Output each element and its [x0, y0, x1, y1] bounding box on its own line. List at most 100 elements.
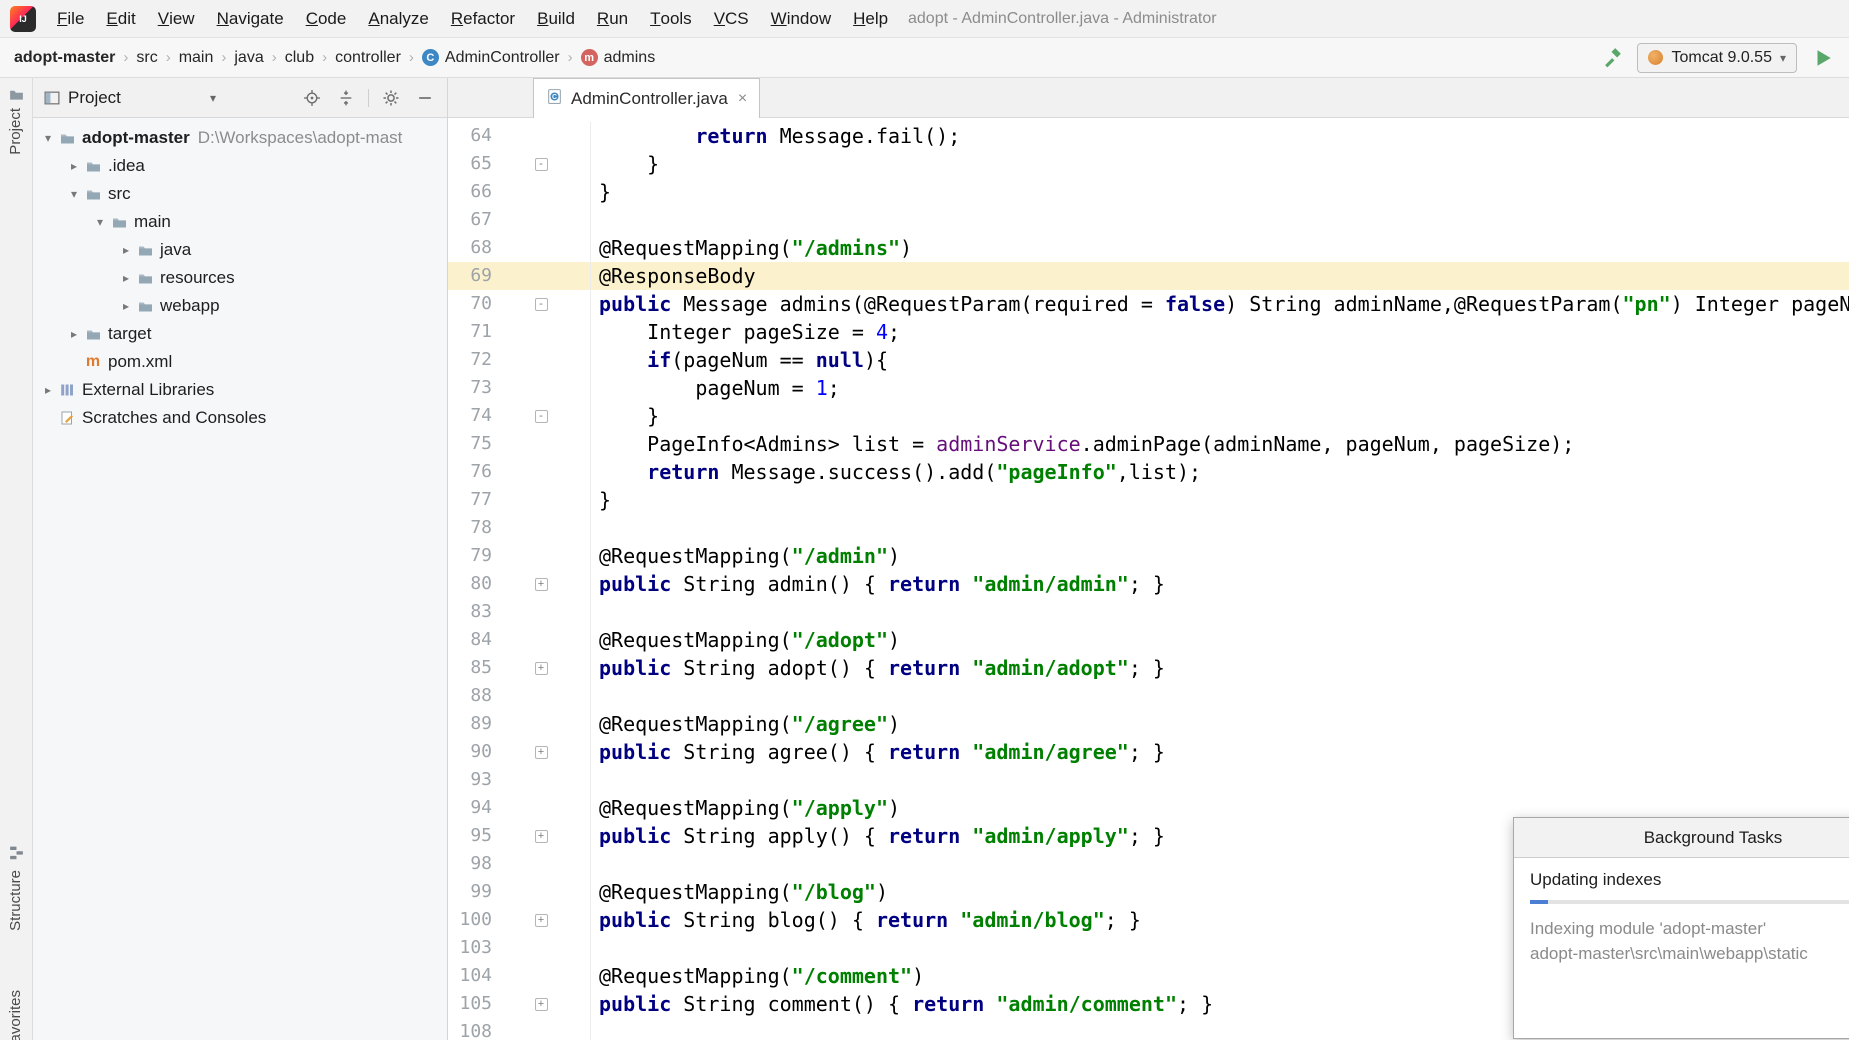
code-line[interactable]: 90 + public String agree() { return "admin… — [448, 738, 1849, 766]
tool-stripe-project[interactable]: Project — [7, 108, 24, 155]
run-button[interactable] — [1811, 46, 1835, 70]
menu-item-file[interactable]: File — [46, 0, 95, 37]
fold-toggle-icon[interactable]: - — [534, 297, 548, 311]
tree-item-external-libraries[interactable]: ▸ External Libraries — [33, 376, 447, 404]
tree-item-adopt-master[interactable]: ▾ adopt-master D:\Workspaces\adopt-mast — [33, 124, 447, 152]
code-text[interactable] — [590, 934, 599, 962]
code-line[interactable]: 66} — [448, 178, 1849, 206]
code-text[interactable]: return Message.fail(); — [590, 122, 960, 150]
tool-stripe-structure[interactable]: Structure — [7, 870, 24, 931]
code-text[interactable]: return Message.success().add("pageInfo",… — [590, 458, 1201, 486]
tree-chevron-icon[interactable]: ▾ — [65, 187, 83, 201]
code-line[interactable]: 93 — [448, 766, 1849, 794]
fold-toggle-icon[interactable]: + — [534, 997, 548, 1011]
code-text[interactable]: PageInfo<Admins> list = adminService.adm… — [590, 430, 1574, 458]
fold-toggle-icon[interactable]: + — [534, 829, 548, 843]
code-line[interactable]: 67 — [448, 206, 1849, 234]
code-text[interactable] — [590, 850, 599, 878]
menu-item-window[interactable]: Window — [760, 0, 842, 37]
code-text[interactable]: @ResponseBody — [590, 262, 756, 290]
code-line[interactable]: 83 — [448, 598, 1849, 626]
code-line[interactable]: 74 - } — [448, 402, 1849, 430]
fold-toggle-icon[interactable]: + — [534, 913, 548, 927]
structure-tool-icon[interactable] — [8, 844, 25, 861]
code-text[interactable]: @RequestMapping("/adopt") — [590, 626, 900, 654]
code-text[interactable]: } — [590, 402, 659, 430]
tree-chevron-icon[interactable]: ▸ — [65, 159, 83, 173]
code-text[interactable]: public String apply() { return "admin/ap… — [590, 822, 1165, 850]
breadcrumb-item-admincontroller[interactable]: C AdminController — [421, 49, 560, 67]
menu-item-navigate[interactable]: Navigate — [206, 0, 295, 37]
code-text[interactable]: public String blog() { return "admin/blo… — [590, 906, 1141, 934]
code-text[interactable] — [590, 598, 599, 626]
breadcrumb-item-club[interactable]: club — [285, 49, 314, 67]
code-line[interactable]: 88 — [448, 682, 1849, 710]
code-line[interactable]: 78 — [448, 514, 1849, 542]
menu-item-build[interactable]: Build — [526, 0, 586, 37]
menu-item-view[interactable]: View — [147, 0, 206, 37]
chevron-down-icon[interactable]: ▾ — [210, 91, 216, 105]
code-line[interactable]: 77} — [448, 486, 1849, 514]
code-text[interactable]: } — [590, 486, 611, 514]
breadcrumb-item-admins[interactable]: m admins — [580, 49, 655, 67]
breadcrumb-item-adopt-master[interactable]: adopt-master — [14, 49, 115, 67]
tree-chevron-icon[interactable]: ▸ — [117, 271, 135, 285]
collapse-all-icon[interactable] — [334, 86, 358, 110]
close-icon[interactable]: × — [738, 90, 747, 108]
code-text[interactable]: public String comment() { return "admin/… — [590, 990, 1213, 1018]
code-text[interactable]: } — [590, 178, 611, 206]
tree-item-target[interactable]: ▸ target — [33, 320, 447, 348]
menu-item-vcs[interactable]: V CS — [703, 0, 760, 37]
code-line[interactable]: 84 @RequestMapping("/adopt") — [448, 626, 1849, 654]
menu-item-analyze[interactable]: Analyze — [357, 0, 439, 37]
run-config-select[interactable]: Tomcat 9.0.55 ▾ — [1637, 42, 1797, 73]
menu-item-tools[interactable]: Tools — [639, 0, 703, 37]
breadcrumb-item-controller[interactable]: controller — [335, 49, 401, 67]
code-text[interactable]: public Message admins(@RequestParam(requ… — [590, 290, 1849, 318]
code-line[interactable]: 76 return Message.success().add("pageInf… — [448, 458, 1849, 486]
code-text[interactable] — [590, 682, 599, 710]
code-text[interactable]: if(pageNum == null){ — [590, 346, 888, 374]
tree-item-pom-xml[interactable]: m pom.xml — [33, 348, 447, 376]
menu-item-refactor[interactable]: Refactor — [440, 0, 526, 37]
fold-toggle-icon[interactable]: - — [534, 157, 548, 171]
menu-item-help[interactable]: Help — [842, 0, 899, 37]
project-panel-title[interactable]: Project — [68, 88, 121, 108]
fold-toggle-icon[interactable]: + — [534, 661, 548, 675]
settings-gear-icon[interactable] — [379, 86, 403, 110]
code-text[interactable]: } — [590, 150, 659, 178]
code-line[interactable]: 64 return Message.fail(); — [448, 122, 1849, 150]
code-text[interactable]: @RequestMapping("/agree") — [590, 710, 900, 738]
code-line[interactable]: 79 @RequestMapping("/admin") — [448, 542, 1849, 570]
fold-toggle-icon[interactable]: - — [534, 409, 548, 423]
tree-chevron-icon[interactable]: ▸ — [117, 243, 135, 257]
menu-item-code[interactable]: Code — [295, 0, 358, 37]
code-line[interactable]: 70 - public Message admins(@RequestParam(r… — [448, 290, 1849, 318]
tree-item-main[interactable]: ▾ main — [33, 208, 447, 236]
code-text[interactable]: @RequestMapping("/apply") — [590, 794, 900, 822]
tree-chevron-icon[interactable]: ▸ — [117, 299, 135, 313]
code-line[interactable]: 89 @RequestMapping("/agree") — [448, 710, 1849, 738]
editor-tab[interactable]: C AdminController.java × — [533, 78, 761, 118]
code-text[interactable] — [590, 206, 599, 234]
locate-icon[interactable] — [300, 86, 324, 110]
code-line[interactable]: 65 - } — [448, 150, 1849, 178]
code-text[interactable]: Integer pageSize = 4; — [590, 318, 900, 346]
code-text[interactable] — [590, 514, 599, 542]
code-text[interactable] — [590, 1018, 599, 1040]
fold-toggle-icon[interactable]: + — [534, 577, 548, 591]
fold-toggle-icon[interactable]: + — [534, 745, 548, 759]
tree-item-resources[interactable]: ▸ resources — [33, 264, 447, 292]
tree-item-src[interactable]: ▾ src — [33, 180, 447, 208]
code-line[interactable]: 68 @RequestMapping("/admins") — [448, 234, 1849, 262]
menu-item-run[interactable]: Run — [586, 0, 639, 37]
code-line[interactable]: 85 + public String adopt() { return "admin… — [448, 654, 1849, 682]
tree-chevron-icon[interactable]: ▾ — [91, 215, 109, 229]
code-line[interactable]: 80 + public String admin() { return "admin… — [448, 570, 1849, 598]
tree-chevron-icon[interactable]: ▸ — [65, 327, 83, 341]
breadcrumb-item-main[interactable]: main — [179, 49, 214, 67]
menu-item-edit[interactable]: Edit — [95, 0, 146, 37]
breadcrumb-item-src[interactable]: src — [136, 49, 157, 67]
code-text[interactable] — [590, 766, 599, 794]
code-line[interactable]: 72 if(pageNum == null){ — [448, 346, 1849, 374]
